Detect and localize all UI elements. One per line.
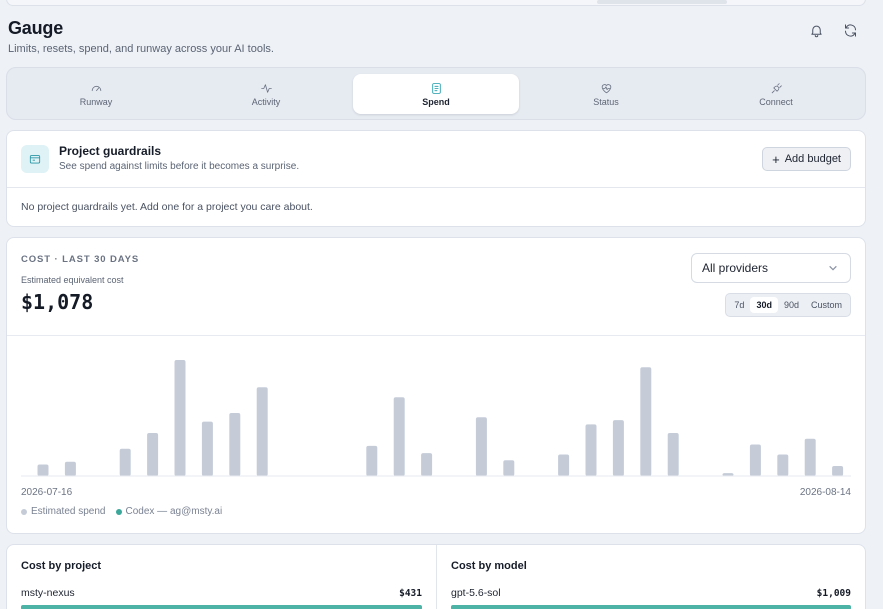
receipt-icon xyxy=(431,82,441,94)
divider xyxy=(7,187,865,188)
spend-bar-chart xyxy=(21,360,851,477)
plug-icon xyxy=(771,82,782,93)
x-axis-end: 2026-08-14 xyxy=(799,487,851,498)
range-30d[interactable]: 30d xyxy=(750,297,778,313)
guardrails-title: Project guardrails xyxy=(59,144,162,158)
tab-label: Runway xyxy=(79,96,113,107)
legend-label: Codex — ag@msty.ai xyxy=(125,506,223,517)
project-guardrails-card: Project guardrails See spend against lim… xyxy=(6,130,866,227)
legend-swatch xyxy=(115,508,122,515)
guardrails-empty-text: No project guardrails yet. Add one for a… xyxy=(21,201,313,213)
spend-bar xyxy=(612,420,624,476)
model-share-bar xyxy=(451,605,851,609)
cost-by-model: Cost by model gpt-5.6-sol $1,009 xyxy=(436,545,865,609)
tab-activity[interactable]: Activity xyxy=(183,74,349,114)
project-value: $431 xyxy=(399,588,422,599)
tab-spend[interactable]: Spend xyxy=(353,74,519,114)
spend-bar xyxy=(558,454,570,476)
guardrails-subtitle: See spend against limits before it becom… xyxy=(59,161,300,172)
spend-bar xyxy=(503,460,515,476)
refresh-icon[interactable] xyxy=(840,20,860,40)
tab-status[interactable]: Status xyxy=(523,74,689,114)
legend-label: Estimated spend xyxy=(31,506,106,517)
range-7d[interactable]: 7d xyxy=(728,297,750,313)
range-90d[interactable]: 90d xyxy=(778,297,805,313)
plus-icon: + xyxy=(772,151,780,167)
model-value: $1,009 xyxy=(816,588,851,599)
top-scroll-strip xyxy=(6,0,866,6)
legend-swatch xyxy=(21,508,27,515)
gauge-icon xyxy=(91,85,101,91)
spend-bar xyxy=(174,360,186,476)
provider-select-value: All providers xyxy=(702,261,769,275)
cost-total: $1,078 xyxy=(21,290,94,314)
model-share-fill xyxy=(451,605,851,609)
project-name: msty-nexus xyxy=(21,587,75,599)
app-subtitle: Limits, resets, spend, and runway across… xyxy=(8,43,274,55)
project-share-bar xyxy=(21,605,422,609)
spend-bar xyxy=(366,445,378,476)
bell-icon[interactable] xyxy=(806,20,826,40)
tab-label: Connect xyxy=(759,96,793,107)
add-budget-label: Add budget xyxy=(784,153,841,165)
tab-label: Status xyxy=(593,96,619,107)
spend-bar xyxy=(256,387,268,476)
heart-pulse-icon xyxy=(601,83,611,93)
spend-bar xyxy=(777,454,789,476)
provider-select[interactable]: All providers xyxy=(691,253,851,283)
legend-item: Codex — ag@msty.ai xyxy=(115,506,223,517)
spend-bar xyxy=(421,453,433,476)
cost-by-project-title: Cost by project xyxy=(21,560,102,572)
spend-bar xyxy=(37,464,49,476)
range-custom[interactable]: Custom xyxy=(805,297,848,313)
project-share-fill xyxy=(21,605,422,609)
spend-bar xyxy=(64,461,76,476)
tab-runway[interactable]: Runway xyxy=(13,74,179,114)
tab-connect[interactable]: Connect xyxy=(693,74,859,114)
pulse-icon xyxy=(260,83,272,93)
spend-bar xyxy=(229,413,241,476)
chart-legend: Estimated spend Codex — ag@msty.ai xyxy=(21,506,222,517)
spend-bar xyxy=(640,367,652,476)
spend-bar xyxy=(475,417,487,476)
spend-bar xyxy=(749,444,761,476)
spend-bar xyxy=(201,421,213,476)
app-title: Gauge xyxy=(8,18,64,38)
tab-label: Spend xyxy=(422,96,450,107)
cost-by-project: Cost by project msty-nexus $431 xyxy=(7,545,436,609)
main-tabs: Runway Activity Spend Status Connect xyxy=(6,67,866,120)
add-budget-button[interactable]: + Add budget xyxy=(762,147,851,171)
scroll-knob[interactable] xyxy=(597,0,727,4)
cost-kicker: COST · LAST 30 DAYS xyxy=(21,254,140,265)
range-selector: 7d 30d 90d Custom xyxy=(725,293,851,317)
model-name: gpt-5.6-sol xyxy=(451,587,501,599)
cost-by-model-title: Cost by model xyxy=(451,560,527,572)
spend-bar xyxy=(119,448,131,476)
wallet-icon xyxy=(21,145,49,173)
x-axis-start: 2026-07-16 xyxy=(21,487,73,498)
spend-bar xyxy=(585,424,597,476)
spend-bar xyxy=(832,466,844,476)
breakdown-card: Cost by project msty-nexus $431 Cost by … xyxy=(6,544,866,609)
spend-bar xyxy=(804,438,816,476)
chevron-down-icon xyxy=(829,265,837,271)
tab-label: Activity xyxy=(251,96,281,107)
estimate-label: Estimated equivalent cost xyxy=(21,275,124,285)
spend-bar xyxy=(147,433,159,476)
legend-item: Estimated spend xyxy=(21,506,106,517)
spend-bar xyxy=(393,397,405,476)
divider xyxy=(7,335,865,336)
spend-bar xyxy=(667,433,679,476)
cost-card: COST · LAST 30 DAYS Estimated equivalent… xyxy=(6,237,866,534)
